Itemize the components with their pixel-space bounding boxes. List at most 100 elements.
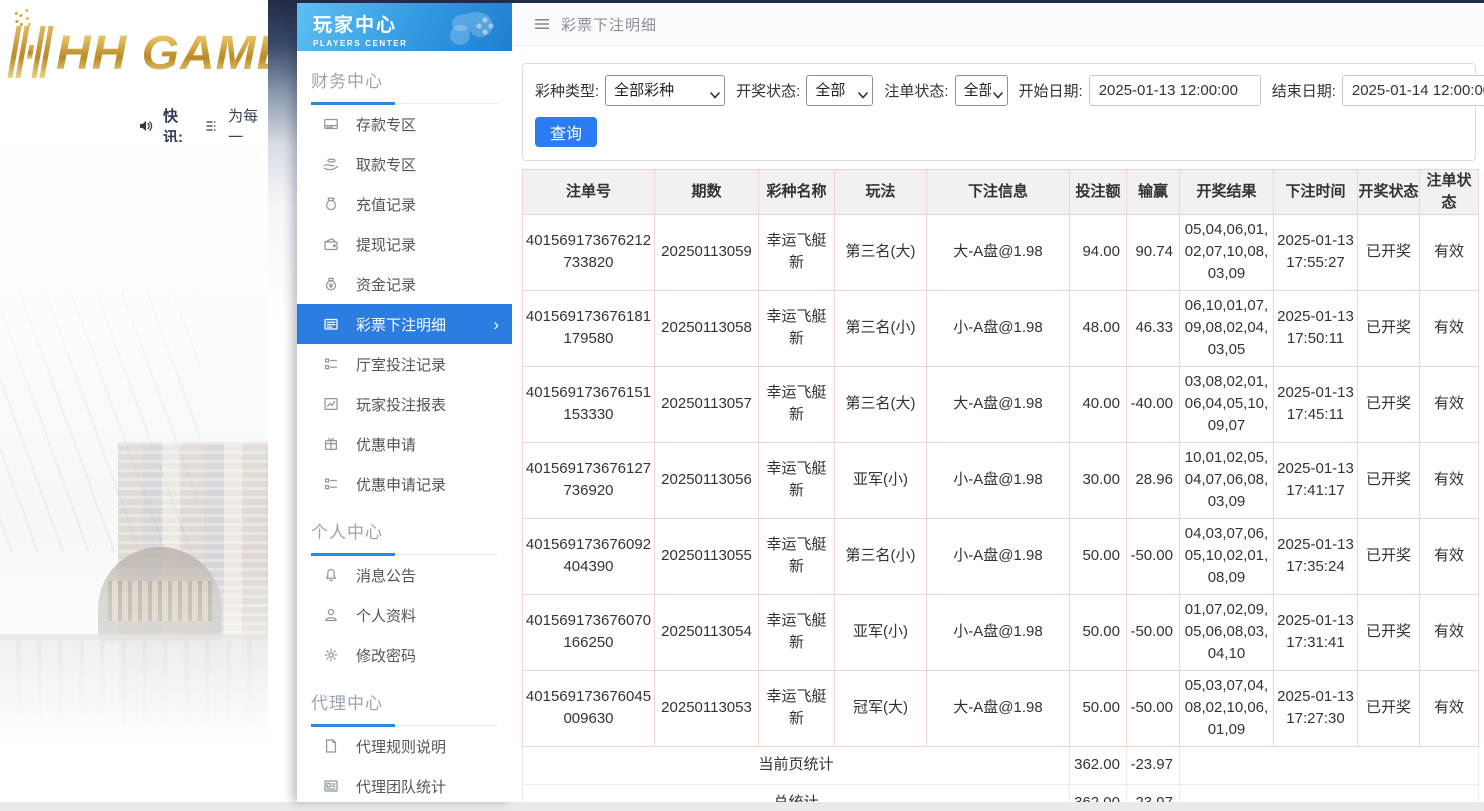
sidebar-item-lottery-detail[interactable]: 彩票下注明细 › xyxy=(297,304,512,344)
cell-bet-time: 2025-01-13 17:41:17 xyxy=(1274,442,1358,518)
draw-status-select[interactable]: 全部 xyxy=(806,75,873,106)
sidebar-item-agent-team[interactable]: 代理团队统计 xyxy=(297,766,512,806)
cell-play-type: 第三名(小) xyxy=(835,518,927,594)
cell-period: 20250113055 xyxy=(655,518,759,594)
cell-bet-info: 大-A盘@1.98 xyxy=(927,214,1070,290)
cell-period: 20250113053 xyxy=(655,670,759,746)
cell-play-type: 第三名(小) xyxy=(835,290,927,366)
cell-bet-amount: 94.00 xyxy=(1070,214,1127,290)
sidebar-item-hall-records[interactable]: 厅室投注记录 xyxy=(297,344,512,384)
summary-empty xyxy=(1180,746,1479,784)
sidebar-item-profile[interactable]: 个人资料 xyxy=(297,595,512,635)
chevron-right-icon: › xyxy=(493,316,499,333)
column-header-bet-info: 下注信息 xyxy=(927,170,1070,215)
cell-lottery-name: 幸运飞艇新 xyxy=(759,670,835,746)
cell-period: 20250113054 xyxy=(655,594,759,670)
lottery-type-select[interactable]: 全部彩种 xyxy=(605,75,725,106)
sidebar-item-recharge[interactable]: 充值记录 xyxy=(297,184,512,224)
cell-play-type: 第三名(大) xyxy=(835,366,927,442)
logo-confetti-decoration xyxy=(15,12,19,15)
cell-win-loss: -50.00 xyxy=(1127,594,1180,670)
lottery-type-label: 彩种类型: xyxy=(535,80,599,101)
cell-draw-status: 已开奖 xyxy=(1358,366,1420,442)
ticker-item-icon xyxy=(203,118,219,134)
start-date-input[interactable] xyxy=(1089,75,1261,106)
search-button[interactable]: 查询 xyxy=(535,117,597,147)
cell-order-status: 有效 xyxy=(1420,670,1479,746)
sidebar-menu: 财务中心存款专区取款专区充值记录提现记录资金记录彩票下注明细›厅室投注记录玩家投… xyxy=(297,51,512,806)
sidebar-item-label: 消息公告 xyxy=(356,565,416,586)
order-status-select[interactable]: 全部 xyxy=(955,75,1008,106)
end-date-input[interactable] xyxy=(1342,75,1484,106)
summary-row: 总统计362.00-23.97 xyxy=(523,784,1479,802)
cell-order-status: 有效 xyxy=(1420,290,1479,366)
gamepad-icon xyxy=(430,5,508,51)
site-header: HH GAME xyxy=(0,0,268,110)
cell-win-loss: 90.74 xyxy=(1127,214,1180,290)
background-edge-strip xyxy=(268,0,297,802)
sidebar-item-promo-records[interactable]: 优惠申请记录 xyxy=(297,464,512,504)
sidebar-item-withdraw[interactable]: 取款专区 xyxy=(297,144,512,184)
sidebar-item-report[interactable]: 玩家投注报表 xyxy=(297,384,512,424)
sidebar-item-password-gear[interactable]: 修改密码 xyxy=(297,635,512,675)
cell-bet-amount: 50.00 xyxy=(1070,594,1127,670)
cell-order-id: 401569173676092404390 xyxy=(523,518,655,594)
cell-play-type: 亚军(小) xyxy=(835,442,927,518)
scene-fade-overlay xyxy=(0,562,268,802)
cell-bet-info: 大-A盘@1.98 xyxy=(927,670,1070,746)
cell-draw-result: 10,01,02,05,04,07,06,08,03,09 xyxy=(1180,442,1274,518)
main-content: 彩票下注明细 彩种类型: 全部彩种 开奖状态: 全部 注单状态: 全部 xyxy=(512,3,1484,802)
sidebar-item-label: 优惠申请记录 xyxy=(356,474,446,495)
column-header-bet-amount: 投注额 xyxy=(1070,170,1127,215)
sidebar-item-bell[interactable]: 消息公告 xyxy=(297,555,512,595)
site-logo[interactable]: HH GAME xyxy=(12,26,268,78)
cell-draw-status: 已开奖 xyxy=(1358,518,1420,594)
summary-row: 当前页统计362.00-23.97 xyxy=(523,746,1479,784)
cell-bet-amount: 48.00 xyxy=(1070,290,1127,366)
sidebar-item-agent-rules[interactable]: 代理规则说明 xyxy=(297,726,512,766)
table-row: 40156917367612773692020250113056幸运飞艇新亚军(… xyxy=(523,442,1479,518)
site-background: HH GAME 快讯: 为每一 xyxy=(0,0,268,802)
cell-lottery-name: 幸运飞艇新 xyxy=(759,594,835,670)
cell-bet-time: 2025-01-13 17:50:11 xyxy=(1274,290,1358,366)
cell-bet-info: 小-A盘@1.98 xyxy=(927,442,1070,518)
agent-team-icon xyxy=(323,778,339,794)
cell-draw-status: 已开奖 xyxy=(1358,214,1420,290)
page-title: 彩票下注明细 xyxy=(561,14,657,35)
news-ticker-text[interactable]: 为每一 xyxy=(228,105,268,147)
deposit-icon xyxy=(323,116,339,132)
recharge-icon xyxy=(323,196,339,212)
cell-play-type: 第三名(大) xyxy=(835,214,927,290)
sidebar-item-cashout[interactable]: 提现记录 xyxy=(297,224,512,264)
speaker-icon xyxy=(138,118,154,134)
sidebar-item-label: 充值记录 xyxy=(356,194,416,215)
cell-order-status: 有效 xyxy=(1420,594,1479,670)
column-header-order-id: 注单号 xyxy=(523,170,655,215)
cell-draw-result: 01,07,02,09,05,06,08,03,04,10 xyxy=(1180,594,1274,670)
sidebar-item-label: 代理规则说明 xyxy=(356,736,446,757)
column-header-play-type: 玩法 xyxy=(835,170,927,215)
summary-label: 当前页统计 xyxy=(523,746,1070,784)
cell-period: 20250113057 xyxy=(655,366,759,442)
sidebar-item-deposit[interactable]: 存款专区 xyxy=(297,104,512,144)
sidebar-item-promo[interactable]: 优惠申请 xyxy=(297,424,512,464)
cell-draw-result: 05,04,06,01,02,07,10,08,03,09 xyxy=(1180,214,1274,290)
column-header-draw-status: 开奖状态 xyxy=(1358,170,1420,215)
content-header: 彩票下注明细 xyxy=(512,3,1484,46)
promo-icon xyxy=(323,436,339,452)
cell-bet-time: 2025-01-13 17:45:11 xyxy=(1274,366,1358,442)
draw-status-label: 开奖状态: xyxy=(736,80,800,101)
cell-lottery-name: 幸运飞艇新 xyxy=(759,214,835,290)
table-row: 40156917367607016625020250113054幸运飞艇新亚军(… xyxy=(523,594,1479,670)
cell-bet-time: 2025-01-13 17:27:30 xyxy=(1274,670,1358,746)
table-row: 40156917367615115333020250113057幸运飞艇新第三名… xyxy=(523,366,1479,442)
hamburger-icon[interactable] xyxy=(534,16,550,32)
cell-order-status: 有效 xyxy=(1420,442,1479,518)
sidebar-item-label: 存款专区 xyxy=(356,114,416,135)
cell-bet-amount: 40.00 xyxy=(1070,366,1127,442)
sidebar-item-label: 彩票下注明细 xyxy=(356,314,446,335)
column-header-win-loss: 输赢 xyxy=(1127,170,1180,215)
summary-label: 总统计 xyxy=(523,784,1070,802)
sidebar-item-funds[interactable]: 资金记录 xyxy=(297,264,512,304)
cell-bet-amount: 50.00 xyxy=(1070,518,1127,594)
